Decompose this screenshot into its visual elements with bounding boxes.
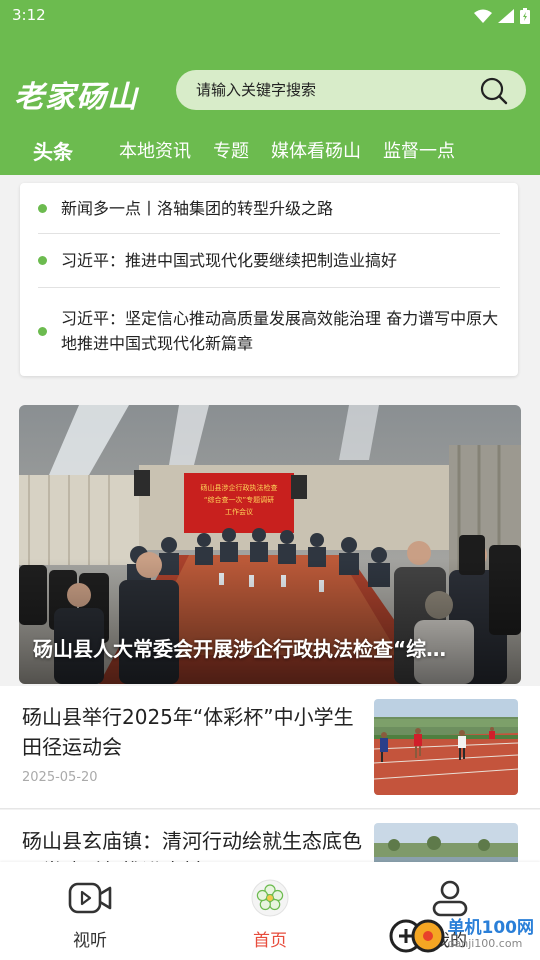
track-photo <box>374 699 518 795</box>
nav-home[interactable]: 首页 <box>225 876 315 951</box>
headline-text: 新闻多一点丨洛轴集团的转型升级之路 <box>61 198 334 218</box>
hero-news-card[interactable]: 砀山县涉企行政执法检查 “综合查一次”专题调研 工作会议 <box>19 405 521 684</box>
watermark-text: 单机100网 <box>447 917 535 938</box>
search-bar[interactable] <box>176 70 526 110</box>
tab-media[interactable]: 媒体看砀山 <box>271 137 383 167</box>
video-camera-icon <box>68 882 112 914</box>
nav-video-label: 视听 <box>73 931 107 951</box>
news-list-item[interactable]: 砀山县举行2025年“体彩杯”中小学生田径运动会 2025-05-20 <box>0 686 540 809</box>
headline-item[interactable]: 习近平：推进中国式现代化要继续把制造业搞好 <box>38 234 500 288</box>
app-header: 老家砀山 头条 本地资讯 专题 媒体看砀山 监督一点 <box>0 34 540 175</box>
hero-title: 砀山县人大常委会开展涉企行政执法检查“综… <box>33 637 447 661</box>
flower-home-icon <box>251 879 289 917</box>
bullet-dot <box>38 256 47 265</box>
headline-text: 习近平：推进中国式现代化要继续把制造业搞好 <box>61 251 398 270</box>
category-tabs: 头条 本地资讯 专题 媒体看砀山 监督一点 <box>0 128 540 175</box>
signal-icon <box>498 9 514 23</box>
watermark: 单机100网 danji100.com <box>388 912 535 956</box>
tab-headlines[interactable]: 头条 <box>0 137 95 167</box>
app-logo: 老家砀山 <box>14 80 138 115</box>
watermark-sub: danji100.com <box>447 936 523 950</box>
tab-supervision[interactable]: 监督一点 <box>383 137 477 167</box>
system-icons <box>474 8 530 24</box>
tab-topics[interactable]: 专题 <box>213 137 271 167</box>
wifi-icon <box>474 9 492 23</box>
headline-text: 习近平：坚定信心推动高质量发展高效能治理 奋力谱写中原大地推进中国式现代化新篇章 <box>61 309 499 353</box>
headline-list: 新闻多一点丨洛轴集团的转型升级之路 习近平：推进中国式现代化要继续把制造业搞好 … <box>20 183 518 376</box>
bullet-dot <box>38 203 47 213</box>
watermark-logo-icon <box>389 919 444 953</box>
search-input[interactable] <box>176 81 466 99</box>
bullet-dot <box>38 326 47 336</box>
headline-item[interactable]: 新闻多一点丨洛轴集团的转型升级之路 <box>38 183 500 234</box>
tab-local-news[interactable]: 本地资讯 <box>95 137 213 167</box>
headline-item[interactable]: 习近平：坚定信心推动高质量发展高效能治理 奋力谱写中原大地推进中国式现代化新篇章 <box>38 288 500 374</box>
status-bar: 3:12 <box>0 0 540 34</box>
nav-video[interactable]: 视听 <box>45 876 135 951</box>
news-date: 2025-05-20 <box>22 770 98 785</box>
news-thumbnail <box>374 699 518 795</box>
battery-icon <box>520 8 530 24</box>
status-time: 3:12 <box>12 6 46 24</box>
news-title: 砀山县举行2025年“体彩杯”中小学生田径运动会 <box>22 705 354 759</box>
search-icon[interactable] <box>480 77 508 105</box>
nav-home-label: 首页 <box>253 931 287 951</box>
